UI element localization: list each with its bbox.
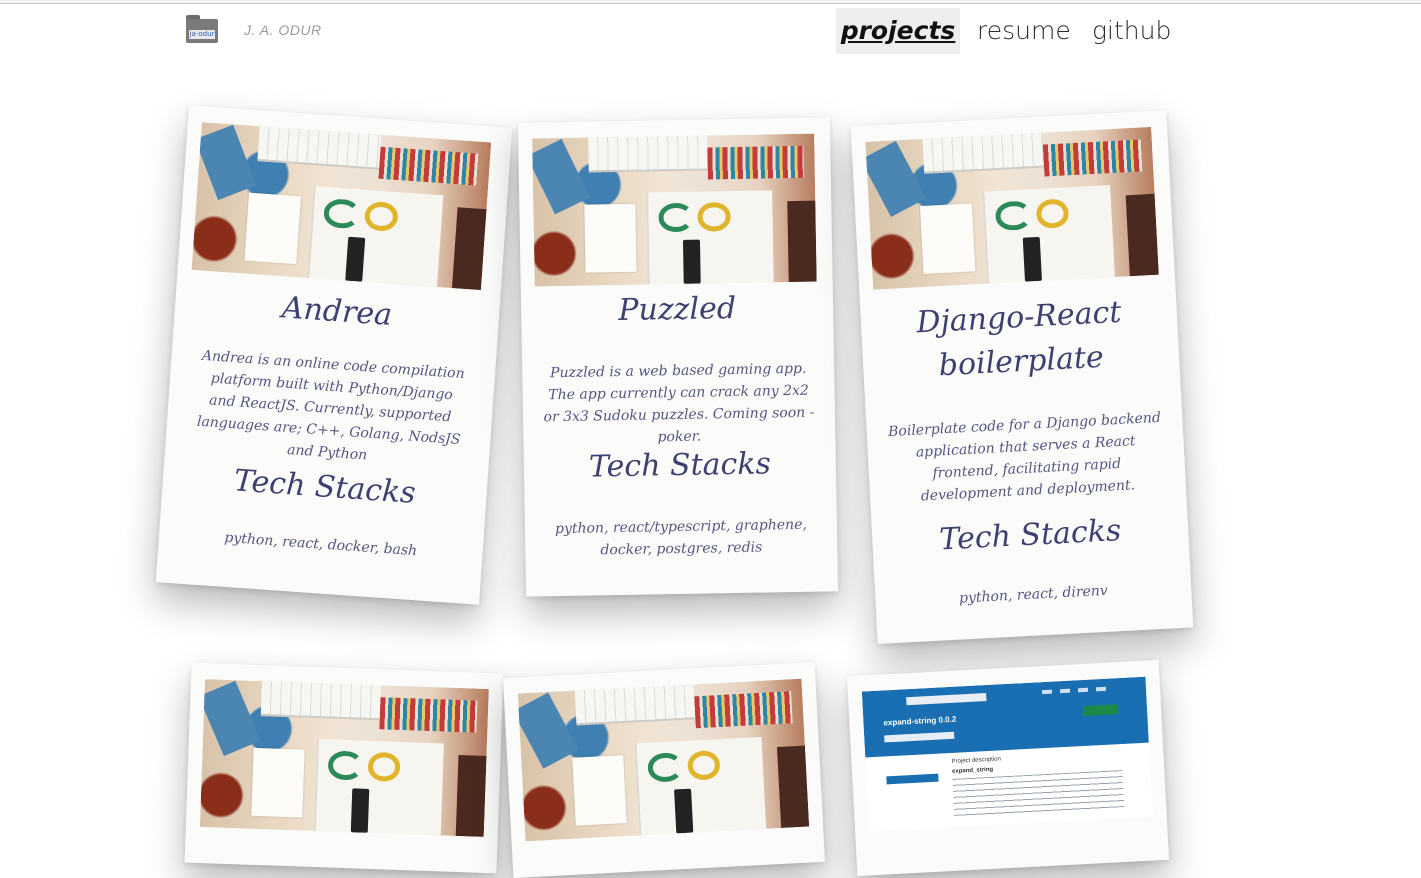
project-photo bbox=[517, 678, 810, 842]
project-photo bbox=[199, 679, 489, 837]
project-card-row2-1[interactable] bbox=[184, 662, 504, 874]
project-description: Puzzled is a web based gaming app. The a… bbox=[543, 360, 815, 446]
nav-resume[interactable]: resume bbox=[977, 8, 1071, 54]
tech-stacks-heading: Tech Stacks bbox=[588, 446, 772, 485]
project-card-row2-3[interactable]: expand-string 0.0.2 Project description … bbox=[846, 659, 1170, 877]
tech-stack-list: python, react, docker, bash bbox=[223, 529, 418, 560]
project-photo bbox=[191, 122, 492, 291]
project-card-row2-2[interactable] bbox=[502, 661, 826, 878]
project-description: Andrea is an online code compilation pla… bbox=[196, 347, 466, 464]
project-description: Boilerplate code for a Django backend ap… bbox=[887, 409, 1162, 505]
site-brand[interactable]: J. A. ODUR bbox=[244, 22, 322, 38]
project-title: Andrea bbox=[280, 290, 394, 333]
project-card-puzzled[interactable]: Puzzled Puzzled is a web based gaming ap… bbox=[517, 117, 839, 597]
folder-logo-icon[interactable]: ja-odur bbox=[186, 15, 218, 43]
tech-stack-list: python, react/typescript, graphene, dock… bbox=[554, 516, 808, 559]
pypi-description-subheading: expand_string bbox=[951, 766, 994, 775]
tech-stacks-heading: Tech Stacks bbox=[938, 513, 1123, 558]
pypi-screenshot: expand-string 0.0.2 Project description … bbox=[861, 676, 1153, 832]
project-photo bbox=[532, 133, 817, 287]
nav-github[interactable]: github bbox=[1092, 8, 1171, 54]
logo-label: ja-odur bbox=[189, 30, 215, 39]
project-card-django-react[interactable]: Django-React boilerplate Boilerplate cod… bbox=[850, 110, 1194, 644]
tech-stack-list: python, react, direnv bbox=[958, 582, 1109, 607]
browser-top-edge bbox=[0, 0, 1421, 4]
project-title: Django-React boilerplate bbox=[915, 294, 1123, 384]
project-card-andrea[interactable]: Andrea Andrea is an online code compilat… bbox=[155, 105, 513, 605]
nav-projects[interactable]: projects bbox=[836, 8, 960, 54]
pypi-description-heading: Project description bbox=[951, 756, 1002, 765]
project-title: Puzzled bbox=[618, 290, 737, 329]
project-photo bbox=[865, 126, 1159, 290]
